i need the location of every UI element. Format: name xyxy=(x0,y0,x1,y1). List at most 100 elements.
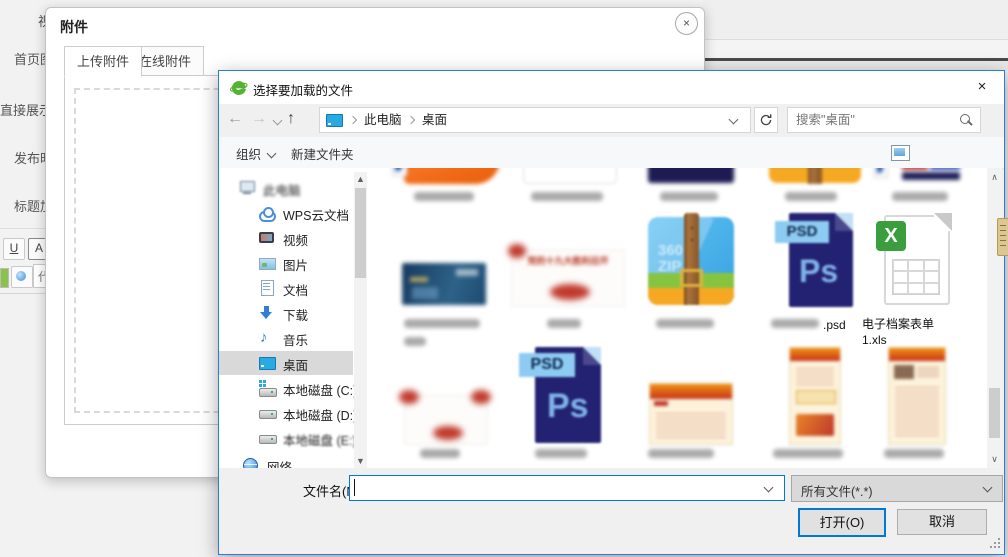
zip-archive-icon: 360 ZIP xyxy=(648,213,734,305)
file-name-ext: .psd xyxy=(823,318,846,332)
tab-upload-attachment[interactable]: 上传附件 xyxy=(64,46,142,77)
desktop-icon xyxy=(259,355,275,371)
xls-file-icon: X xyxy=(880,215,950,305)
psd-badge: PSD xyxy=(519,353,575,377)
sidebar-item-this-pc[interactable]: 此电脑 xyxy=(219,176,353,200)
search-box[interactable] xyxy=(787,107,981,133)
attachment-dialog-title: 附件 xyxy=(60,17,88,37)
file-tile[interactable]: PSD Ps xyxy=(509,347,627,467)
breadcrumb-chevron-icon[interactable] xyxy=(407,116,415,124)
file-tile[interactable] xyxy=(632,168,750,204)
organize-button[interactable]: 组织 xyxy=(236,144,275,163)
sidebar-item-desktop[interactable]: 桌面 xyxy=(219,351,353,375)
scroll-down-icon[interactable]: ∨ xyxy=(987,452,1002,466)
insert-link-icon[interactable] xyxy=(11,266,33,288)
file-tile[interactable] xyxy=(856,347,978,467)
drive-windows-icon xyxy=(259,380,275,396)
open-button[interactable]: 打开(O) xyxy=(798,508,886,537)
filetype-select[interactable]: 所有文件(*.*) xyxy=(791,475,1003,502)
file-list-scrollbar[interactable]: ∧ ∨ xyxy=(987,168,1002,468)
editor-icon-partial[interactable] xyxy=(0,268,9,288)
breadcrumb-desktop[interactable]: 桌面 xyxy=(422,108,447,132)
bg-strip-top xyxy=(703,0,1008,39)
banner-slogan-text: 党的十九大胜利召开 xyxy=(512,254,624,267)
zip-badge-top: 360 xyxy=(658,243,683,259)
drive-icon xyxy=(259,405,275,421)
desktop-icon xyxy=(326,114,343,127)
text-caret xyxy=(354,479,355,496)
scroll-down-icon[interactable]: ▼ xyxy=(354,454,367,468)
sidebar-item-pictures[interactable]: 图片 xyxy=(219,251,353,275)
sidebar-item-music[interactable]: ♪ 音乐 xyxy=(219,326,353,350)
scroll-up-icon[interactable]: ▲ xyxy=(354,172,367,186)
address-dropdown-chevron-icon[interactable] xyxy=(729,115,739,125)
sidebar-item-local-disk-e[interactable]: 本地磁盘 (E:) xyxy=(219,426,353,450)
file-tile[interactable]: 360 ZIP xyxy=(632,213,750,359)
recent-locations-chevron-icon[interactable] xyxy=(273,116,283,126)
filename-dropdown-chevron-icon[interactable] xyxy=(764,483,774,493)
side-panel-handle[interactable] xyxy=(997,218,1008,256)
documents-icon xyxy=(260,280,276,296)
file-tile[interactable] xyxy=(632,347,750,467)
file-tile[interactable]: 党的十九大胜利召开 xyxy=(509,213,627,359)
file-tile[interactable] xyxy=(509,168,627,204)
xls-glyph: X xyxy=(876,221,906,251)
sidebar-scrollbar[interactable]: ▲ ▼ xyxy=(354,172,367,468)
file-open-dialog: 选择要加载的文件 × ← → ↑ 此电脑 桌面 组织 新建文件夹 ? xyxy=(218,70,1005,555)
address-bar[interactable]: 此电脑 桌面 xyxy=(319,107,751,133)
file-dialog-title: 选择要加载的文件 xyxy=(253,80,353,99)
psd-badge: PSD xyxy=(775,221,829,243)
filetype-chevron-icon xyxy=(983,483,993,493)
bg-strip-low xyxy=(703,61,1008,70)
file-tile[interactable] xyxy=(858,168,976,204)
file-dialog-titlebar[interactable]: 选择要加载的文件 × xyxy=(219,71,1004,104)
sidebar-item-network[interactable]: 网络 xyxy=(219,453,353,468)
sidebar-item-wps-cloud[interactable]: WPS云文档 xyxy=(219,201,353,225)
file-list[interactable]: 党的十九大胜利召开 360 ZIP xyxy=(369,168,986,468)
refresh-button[interactable] xyxy=(754,107,778,133)
bg-strip-mid xyxy=(703,40,1008,58)
search-icon[interactable] xyxy=(960,114,970,124)
view-mode-button[interactable] xyxy=(891,145,910,161)
command-toolbar: 组织 新建文件夹 ? xyxy=(219,137,1004,169)
scroll-up-icon[interactable]: ∧ xyxy=(987,170,1002,184)
globe-icon xyxy=(16,271,26,281)
sidebar-item-downloads[interactable]: 下载 xyxy=(219,301,353,325)
new-folder-button[interactable]: 新建文件夹 xyxy=(277,144,354,163)
file-tile[interactable]: X 电子档案表单 1.xls xyxy=(856,213,978,363)
psd-file-icon: PSD Ps xyxy=(519,347,619,443)
sidebar-item-videos[interactable]: 视频 xyxy=(219,226,353,250)
filename-input[interactable] xyxy=(349,475,785,501)
resize-grip[interactable] xyxy=(989,537,1001,549)
back-button[interactable]: ← xyxy=(227,110,243,128)
attachment-close-button[interactable]: × xyxy=(675,12,698,35)
search-input[interactable] xyxy=(794,110,958,130)
sidebar-item-local-disk-c[interactable]: 本地磁盘 (C:) xyxy=(219,376,353,400)
file-name: 电子档案表单 xyxy=(862,315,934,332)
file-list-scrollbar-thumb[interactable] xyxy=(989,388,1000,438)
up-button[interactable]: ↑ xyxy=(287,110,295,128)
file-tile[interactable] xyxy=(386,168,504,204)
breadcrumb-this-pc[interactable]: 此电脑 xyxy=(364,108,402,132)
computer-icon xyxy=(239,180,255,196)
underline-button[interactable]: U xyxy=(3,238,25,260)
file-tile[interactable] xyxy=(386,213,504,359)
breadcrumb-chevron-icon[interactable] xyxy=(349,116,357,124)
sidebar-scrollbar-thumb[interactable] xyxy=(355,188,366,278)
sidebar-item-documents[interactable]: 文档 xyxy=(219,276,353,300)
network-icon xyxy=(243,457,259,468)
forward-button[interactable]: → xyxy=(251,110,267,128)
music-icon: ♪ xyxy=(260,330,276,346)
file-dialog-content: 此电脑 WPS云文档 视频 图片 文档 下载 ♪ 音乐 桌面 xyxy=(219,168,1002,468)
videos-icon xyxy=(259,230,275,246)
downloads-icon xyxy=(259,305,275,321)
file-tile[interactable] xyxy=(386,347,504,467)
ps-glyph: Ps xyxy=(799,253,838,290)
sidebar-item-local-disk-d[interactable]: 本地磁盘 (D:) xyxy=(219,401,353,425)
refresh-icon xyxy=(759,113,773,127)
file-dialog-close-button[interactable]: × xyxy=(967,75,997,99)
file-name-line2: 1.xls xyxy=(862,333,887,347)
cancel-button[interactable]: 取消 xyxy=(897,509,987,535)
filetype-value: 所有文件(*.*) xyxy=(801,481,873,500)
file-tile[interactable] xyxy=(755,168,873,204)
